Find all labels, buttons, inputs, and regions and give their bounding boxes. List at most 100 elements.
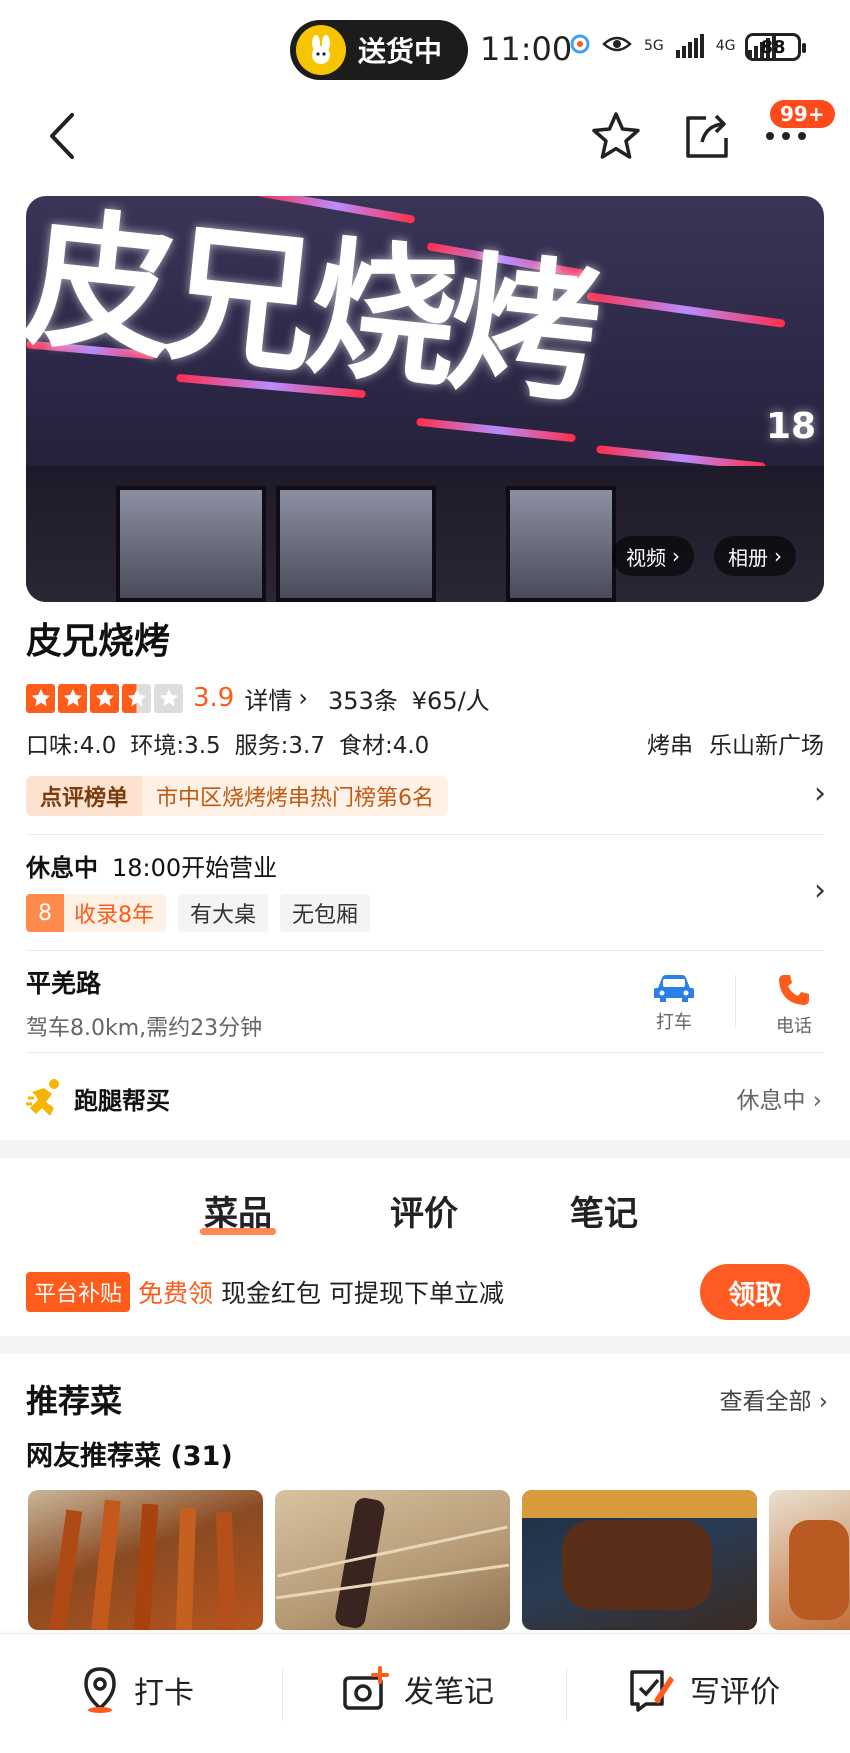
network-4g-label: 4G xyxy=(715,38,736,54)
section-gap xyxy=(0,1140,850,1158)
average-price: ¥65/人 xyxy=(411,686,490,715)
chevron-right-icon: › xyxy=(812,1088,822,1114)
chevron-right-icon: › xyxy=(298,684,308,712)
chevron-right-icon: › xyxy=(672,544,680,568)
chevron-right-icon[interactable]: › xyxy=(814,776,826,811)
recommended-title: 推荐菜 xyxy=(26,1382,123,1420)
checkin-button[interactable]: 打卡 xyxy=(80,1666,194,1714)
checkin-label: 打卡 xyxy=(134,1676,194,1711)
signal-icon xyxy=(675,34,704,58)
star-outline-icon xyxy=(592,112,640,159)
divider xyxy=(735,975,736,1027)
status-bar: 送货中 11:00 5G 4G 88 xyxy=(0,0,850,96)
top-nav xyxy=(0,96,850,180)
category-area[interactable]: 烤串 乐山新广场 xyxy=(647,726,824,760)
drive-distance: 驾车8.0km,需约23分钟 xyxy=(26,1016,263,1041)
ranking-text: 市中区烧烤烤串热门榜第6名 xyxy=(142,776,449,816)
tab-notes[interactable]: 笔记 xyxy=(570,1186,638,1235)
star-half-icon xyxy=(122,683,151,713)
dish-card[interactable] xyxy=(275,1490,510,1630)
delivery-avatar-icon xyxy=(296,25,346,75)
chevron-right-icon: › xyxy=(818,1389,828,1415)
neon-strip xyxy=(586,292,786,328)
errand-service-row[interactable]: 跑腿帮买 休息中 › xyxy=(26,1078,824,1118)
errand-status: 休息中 › xyxy=(736,1081,822,1115)
errand-label: 跑腿帮买 xyxy=(74,1086,170,1115)
rating-row[interactable]: 3.9 详情 › 353条 ¥65/人 xyxy=(26,678,490,718)
details-link[interactable]: 详情 xyxy=(244,681,292,716)
edit-review-icon xyxy=(630,1670,674,1712)
listed-years-tag: 8 收录8年 xyxy=(26,894,166,932)
listed-years-label: 收录8年 xyxy=(74,903,154,928)
divider xyxy=(26,950,824,951)
business-status: 休息中 xyxy=(26,854,98,882)
claim-button[interactable]: 领取 xyxy=(700,1264,810,1320)
network-5g-label: 5G xyxy=(644,38,664,54)
large-table-tag: 有大桌 xyxy=(178,894,269,932)
environment-score: 环境:3.5 xyxy=(130,733,221,759)
address-block[interactable]: 平羌路 驾车8.0km,需约23分钟 xyxy=(26,964,262,1042)
favorite-button[interactable] xyxy=(586,106,646,166)
view-all-label: 查看全部 xyxy=(719,1389,812,1415)
write-review-button[interactable]: 写评价 xyxy=(628,1666,780,1712)
delivery-status-pill[interactable]: 送货中 xyxy=(290,20,468,80)
ranking-badge: 点评榜单 xyxy=(26,776,143,816)
phone-button[interactable]: 电话 xyxy=(754,972,834,1038)
shop-window xyxy=(506,486,616,602)
message-count-badge: 99+ xyxy=(770,100,835,128)
sub-scores: 口味:4.0 环境:3.5 服务:3.7 食材:4.0 xyxy=(26,726,429,760)
open-time: 18:00开始营业 xyxy=(112,854,278,882)
service-score: 服务:3.7 xyxy=(234,733,325,759)
shop-photo[interactable]: 皮兄烧烤 18 视频 › 相册 › xyxy=(26,196,824,602)
shop-sign-phone: 18 xyxy=(766,406,817,447)
runner-icon xyxy=(26,1079,59,1116)
chevron-right-icon: › xyxy=(774,544,782,568)
chevron-right-icon[interactable]: › xyxy=(814,873,826,908)
divider xyxy=(282,1669,283,1721)
taste-score: 口味:4.0 xyxy=(26,733,117,759)
share-icon xyxy=(686,114,728,158)
tab-reviews[interactable]: 评价 xyxy=(390,1186,458,1235)
back-button[interactable] xyxy=(32,106,92,166)
subsidy-description: 现金红包 可提现下单立减 xyxy=(221,1279,504,1308)
chevron-left-icon xyxy=(50,113,74,159)
app-indicator-icon xyxy=(570,34,590,58)
car-icon xyxy=(654,975,694,1002)
share-button[interactable] xyxy=(676,106,736,166)
star-icon xyxy=(90,683,119,713)
content-tabs: 菜品 评价 笔记 xyxy=(0,1160,850,1260)
dish-card[interactable] xyxy=(522,1490,757,1630)
shop-window xyxy=(276,486,436,602)
video-button[interactable]: 视频 › xyxy=(612,536,694,576)
more-dots-icon xyxy=(766,132,806,140)
album-label: 相册 xyxy=(728,545,768,570)
post-note-button[interactable]: 发笔记 xyxy=(342,1666,494,1712)
ranking-banner[interactable]: 点评榜单 市中区烧烤烤串热门榜第6名 xyxy=(26,776,449,816)
phone-label: 电话 xyxy=(776,1016,812,1037)
rating-stars xyxy=(26,683,183,713)
ingredients-score: 食材:4.0 xyxy=(338,733,430,759)
dish-card[interactable] xyxy=(28,1490,263,1630)
address-road: 平羌路 xyxy=(26,969,102,998)
no-private-room-tag: 无包厢 xyxy=(280,894,371,932)
camera-plus-icon xyxy=(343,1666,389,1710)
post-note-label: 发笔记 xyxy=(404,1675,494,1710)
taxi-button[interactable]: 打车 xyxy=(634,972,714,1034)
tab-dishes[interactable]: 菜品 xyxy=(200,1186,276,1235)
divider xyxy=(26,834,824,835)
shop-name: 皮兄烧烤 xyxy=(26,621,171,662)
album-button[interactable]: 相册 › xyxy=(714,536,796,576)
write-review-label: 写评价 xyxy=(690,1675,780,1710)
dish-card[interactable] xyxy=(769,1490,850,1630)
view-all-link[interactable]: 查看全部 › xyxy=(719,1382,828,1416)
business-hours[interactable]: 休息中 18:00开始营业 xyxy=(26,848,277,883)
category-tag[interactable]: 烤串 xyxy=(647,726,693,760)
eye-icon xyxy=(602,34,632,58)
divider xyxy=(566,1669,567,1721)
battery-indicator: 88 xyxy=(745,33,806,61)
free-claim-text: 免费领 xyxy=(138,1279,214,1308)
feature-tags: 8 收录8年 有大桌 无包厢 xyxy=(26,894,371,932)
area-tag[interactable]: 乐山新广场 xyxy=(709,726,824,760)
section-gap xyxy=(0,1336,850,1354)
phone-icon xyxy=(779,975,809,1005)
